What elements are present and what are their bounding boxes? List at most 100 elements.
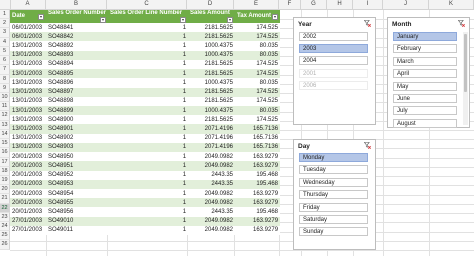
table-row[interactable]: 06/01/2003 SO48841 1 2181.5625 174.525 xyxy=(10,23,281,33)
cell-tax-amount[interactable]: 163.9279 xyxy=(235,152,281,162)
cell-sales-order-number[interactable]: SO48956 xyxy=(46,207,109,217)
cell-sales-amount[interactable]: 2071.4196 xyxy=(188,124,236,134)
year-slicer-item[interactable]: 2002 xyxy=(299,32,368,41)
month-slicer-item[interactable]: April xyxy=(393,69,457,79)
cell-sales-order-number[interactable]: SO48897 xyxy=(46,87,109,97)
cell-date[interactable]: 13/01/2003 xyxy=(10,115,46,125)
cell-sales-order-number[interactable]: SO49010 xyxy=(46,216,109,226)
row-header[interactable]: 24 xyxy=(0,222,10,232)
cell-line-number[interactable]: 1 xyxy=(108,41,189,51)
row-header[interactable]: 11 xyxy=(0,102,10,112)
cell-tax-amount[interactable]: 195.468 xyxy=(235,170,281,180)
row-header[interactable]: 21 xyxy=(0,194,10,204)
cell-date[interactable]: 13/01/2003 xyxy=(10,142,46,153)
dropdown-arrow-icon[interactable] xyxy=(100,17,107,23)
cell-tax-amount[interactable]: 163.9279 xyxy=(235,161,281,171)
cell-sales-order-number[interactable]: SO48955 xyxy=(46,198,109,208)
cell-date[interactable]: 13/01/2003 xyxy=(10,59,46,70)
table-row[interactable]: 13/01/2003 SO48894 1 2181.5625 174.525 xyxy=(10,59,281,70)
cell-tax-amount[interactable]: 174.525 xyxy=(235,59,281,70)
cell-line-number[interactable]: 1 xyxy=(108,225,189,236)
cell-line-number[interactable]: 1 xyxy=(108,124,189,134)
table-row[interactable]: 13/01/2003 SO48895 1 2181.5625 174.525 xyxy=(10,69,281,79)
column-header-j[interactable]: J xyxy=(383,0,429,9)
column-header-e[interactable]: E xyxy=(234,0,279,9)
cell-sales-order-number[interactable]: SO48841 xyxy=(46,23,109,33)
cell-tax-amount[interactable]: 195.468 xyxy=(235,207,281,217)
cell-date[interactable]: 13/01/2003 xyxy=(10,78,46,88)
year-slicer-item[interactable]: 2004 xyxy=(299,56,368,66)
cell-date[interactable]: 13/01/2003 xyxy=(10,96,46,106)
month-slicer-scrollbar[interactable] xyxy=(463,32,468,125)
day-slicer-item[interactable]: Tuesday xyxy=(299,165,368,175)
cell-sales-order-number[interactable]: SO48895 xyxy=(46,69,109,79)
dropdown-arrow-icon[interactable] xyxy=(227,17,234,23)
cell-sales-order-number[interactable]: SO48952 xyxy=(46,170,109,180)
cell-tax-amount[interactable]: 174.525 xyxy=(235,96,281,106)
column-header-a[interactable]: A xyxy=(10,0,46,9)
row-header[interactable]: 3 xyxy=(0,28,10,38)
header-tax-amount[interactable]: Tax Amount xyxy=(235,10,281,23)
cell-tax-amount[interactable]: 165.7136 xyxy=(235,133,281,143)
table-row[interactable]: 27/01/2003 SO49010 1 2049.0982 163.9279 xyxy=(10,216,281,226)
month-slicer-item[interactable]: June xyxy=(393,94,457,103)
cell-tax-amount[interactable]: 163.9279 xyxy=(235,198,281,208)
cell-line-number[interactable]: 1 xyxy=(108,32,189,42)
cell-line-number[interactable]: 1 xyxy=(108,96,189,106)
row-header[interactable]: 14 xyxy=(0,129,10,140)
cell-sales-order-number[interactable]: SO48951 xyxy=(46,161,109,171)
cell-tax-amount[interactable]: 165.7136 xyxy=(235,124,281,134)
day-slicer-item[interactable]: Sunday xyxy=(299,227,368,237)
cell-tax-amount[interactable]: 163.9279 xyxy=(235,225,281,236)
cell-tax-amount[interactable]: 174.525 xyxy=(235,32,281,42)
table-row[interactable]: 06/01/2003 SO48842 1 2181.5625 174.525 xyxy=(10,32,281,42)
year-slicer-item[interactable]: 2003 xyxy=(299,44,368,54)
column-header-k[interactable]: K xyxy=(429,0,474,9)
cell-sales-amount[interactable]: 2049.0982 xyxy=(188,152,236,162)
row-header[interactable]: 18 xyxy=(0,166,10,176)
clear-filter-icon[interactable] xyxy=(364,20,371,27)
cell-sales-amount[interactable]: 2049.0982 xyxy=(188,188,236,199)
row-header[interactable]: 2 xyxy=(0,19,10,29)
cell-sales-amount[interactable]: 1000.4375 xyxy=(188,105,236,116)
dropdown-arrow-icon[interactable] xyxy=(38,14,44,20)
column-header-c[interactable]: C xyxy=(107,0,187,9)
cell-sales-order-number[interactable]: SO48954 xyxy=(46,188,109,199)
cell-sales-order-number[interactable]: SO48900 xyxy=(46,115,109,125)
cell-sales-order-number[interactable]: SO48950 xyxy=(46,152,109,162)
cell-date[interactable]: 13/01/2003 xyxy=(10,124,46,134)
cell-sales-amount[interactable]: 2181.5625 xyxy=(188,59,236,70)
cell-sales-amount[interactable]: 2181.5625 xyxy=(188,96,236,106)
cell-sales-amount[interactable]: 2049.0982 xyxy=(188,216,236,226)
table-row[interactable]: 13/01/2003 SO48896 1 1000.4375 80.035 xyxy=(10,78,281,88)
cell-sales-order-number[interactable]: SO48842 xyxy=(46,32,109,42)
table-row[interactable]: 20/01/2003 SO48951 1 2049.0982 163.9279 xyxy=(10,161,281,171)
table-row[interactable]: 20/01/2003 SO48952 1 2443.35 195.468 xyxy=(10,170,281,180)
cell-sales-amount[interactable]: 2049.0982 xyxy=(188,161,236,171)
row-header[interactable]: 9 xyxy=(0,83,10,93)
cell-date[interactable]: 13/01/2003 xyxy=(10,69,46,79)
cell-tax-amount[interactable]: 80.035 xyxy=(235,50,281,60)
cell-sales-amount[interactable]: 2443.35 xyxy=(188,170,236,180)
cell-sales-amount[interactable]: 2049.0982 xyxy=(188,198,236,208)
cell-sales-amount[interactable]: 1000.4375 xyxy=(188,78,236,88)
dropdown-arrow-icon[interactable] xyxy=(180,17,187,23)
row-header[interactable]: 10 xyxy=(0,92,10,103)
row-header[interactable]: 4 xyxy=(0,37,10,47)
cell-tax-amount[interactable]: 163.9279 xyxy=(235,216,281,226)
cell-line-number[interactable]: 1 xyxy=(108,78,189,88)
row-header[interactable]: 15 xyxy=(0,139,10,149)
cell-date[interactable]: 20/01/2003 xyxy=(10,188,46,199)
table-row[interactable]: 27/01/2003 SO49011 1 2049.0982 163.9279 xyxy=(10,225,281,236)
month-slicer-item[interactable]: May xyxy=(393,81,457,91)
cell-sales-amount[interactable]: 2181.5625 xyxy=(188,32,236,42)
cell-sales-amount[interactable]: 2181.5625 xyxy=(188,87,236,97)
cell-date[interactable]: 20/01/2003 xyxy=(10,207,46,217)
cell-sales-order-number[interactable]: SO48899 xyxy=(46,105,109,116)
row-header[interactable]: 6 xyxy=(0,56,10,66)
cell-date[interactable]: 13/01/2003 xyxy=(10,133,46,143)
row-header[interactable]: 1 xyxy=(0,10,10,20)
day-slicer-item[interactable]: Thursday xyxy=(299,190,368,200)
scrollbar-thumb[interactable] xyxy=(464,34,467,92)
cell-line-number[interactable]: 1 xyxy=(108,207,189,217)
